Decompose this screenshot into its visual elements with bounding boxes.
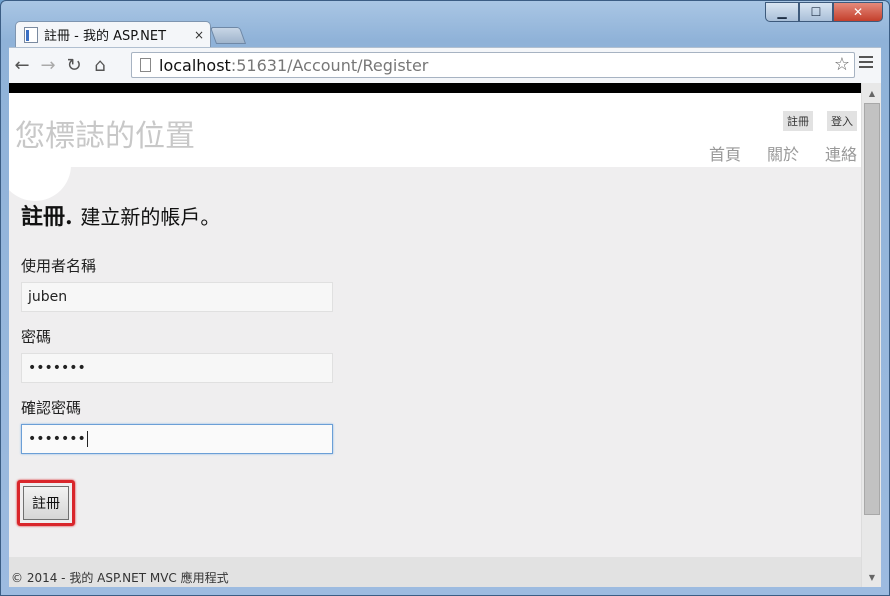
main-menu: 首頁 關於 連絡: [709, 141, 857, 165]
browser-menu-icon[interactable]: [859, 56, 873, 71]
login-link[interactable]: 登入: [827, 111, 857, 131]
page-icon: [140, 58, 151, 72]
address-bar[interactable]: localhost :51631/Account/Register ☆: [131, 52, 855, 78]
username-label: 使用者名稱: [21, 257, 97, 275]
site-footer: © 2014 - 我的 ASP.NET MVC 應用程式: [9, 557, 861, 587]
confirm-password-value: •••••••: [28, 431, 86, 447]
register-form: 註冊. 建立新的帳戶。 使用者名稱 juben 密碼 ••••••• 確認密碼 …: [9, 167, 861, 526]
username-input[interactable]: juben: [21, 282, 333, 312]
browser-window: 註冊 - 我的 ASP.NET × ▁ ☐ ✕ ← → ↻ ⌂ localhos…: [0, 0, 890, 596]
scroll-thumb[interactable]: [864, 103, 880, 515]
register-link[interactable]: 註冊: [783, 111, 813, 131]
url-path: :51631/Account/Register: [230, 55, 429, 75]
site-logo[interactable]: 您標誌的位置: [15, 111, 195, 155]
bookmark-star-icon[interactable]: ☆: [834, 54, 850, 75]
menu-item-about[interactable]: 關於: [767, 141, 799, 165]
site-header: 您標誌的位置 註冊 登入 首頁 關於 連絡: [9, 93, 861, 201]
confirm-password-label: 確認密碼: [21, 399, 82, 417]
tab-title: 註冊 - 我的 ASP.NET: [44, 29, 167, 44]
page-title-main: 註冊.: [21, 204, 73, 230]
text-caret: [86, 431, 88, 447]
forward-button[interactable]: →: [35, 55, 61, 76]
minimize-button[interactable]: ▁: [765, 2, 799, 22]
confirm-password-input[interactable]: •••••••: [21, 424, 333, 454]
browser-toolbar: ← → ↻ ⌂ localhost :51631/Account/Registe…: [9, 47, 881, 83]
menu-item-home[interactable]: 首頁: [709, 141, 741, 165]
tab-close-icon[interactable]: ×: [194, 28, 204, 42]
maximize-button[interactable]: ☐: [799, 2, 833, 22]
url-host: localhost: [159, 55, 231, 75]
close-window-button[interactable]: ✕: [833, 2, 883, 22]
reload-button[interactable]: ↻: [61, 55, 87, 76]
password-value: •••••••: [28, 360, 86, 376]
register-submit-button[interactable]: 註冊: [23, 486, 69, 520]
home-button[interactable]: ⌂: [87, 55, 113, 76]
new-tab-button[interactable]: [209, 27, 247, 44]
browser-tab[interactable]: 註冊 - 我的 ASP.NET ×: [15, 21, 211, 47]
vertical-scrollbar[interactable]: ▲ ▼: [861, 83, 881, 587]
page-subtitle: 建立新的帳戶。: [80, 205, 221, 229]
password-label: 密碼: [21, 328, 52, 346]
login-links: 註冊 登入: [783, 111, 857, 131]
tab-strip: 註冊 - 我的 ASP.NET × ▁ ☐ ✕: [1, 1, 889, 47]
top-bar: [9, 83, 861, 93]
window-controls: ▁ ☐ ✕: [765, 2, 883, 22]
menu-item-contact[interactable]: 連絡: [825, 141, 857, 165]
page-favicon-icon: [24, 26, 38, 43]
password-input[interactable]: •••••••: [21, 353, 333, 383]
scroll-up-icon[interactable]: ▲: [862, 85, 882, 101]
page-viewport: 您標誌的位置 註冊 登入 首頁 關於 連絡 註冊. 建立新的帳戶。 使用者名稱 …: [9, 83, 861, 587]
submit-highlight: 註冊: [17, 480, 75, 526]
username-value: juben: [28, 289, 68, 305]
scroll-down-icon[interactable]: ▼: [862, 569, 882, 585]
page-title: 註冊. 建立新的帳戶。: [21, 199, 861, 231]
footer-copyright: © 2014 - 我的 ASP.NET MVC 應用程式: [11, 571, 229, 585]
back-button[interactable]: ←: [9, 55, 35, 76]
